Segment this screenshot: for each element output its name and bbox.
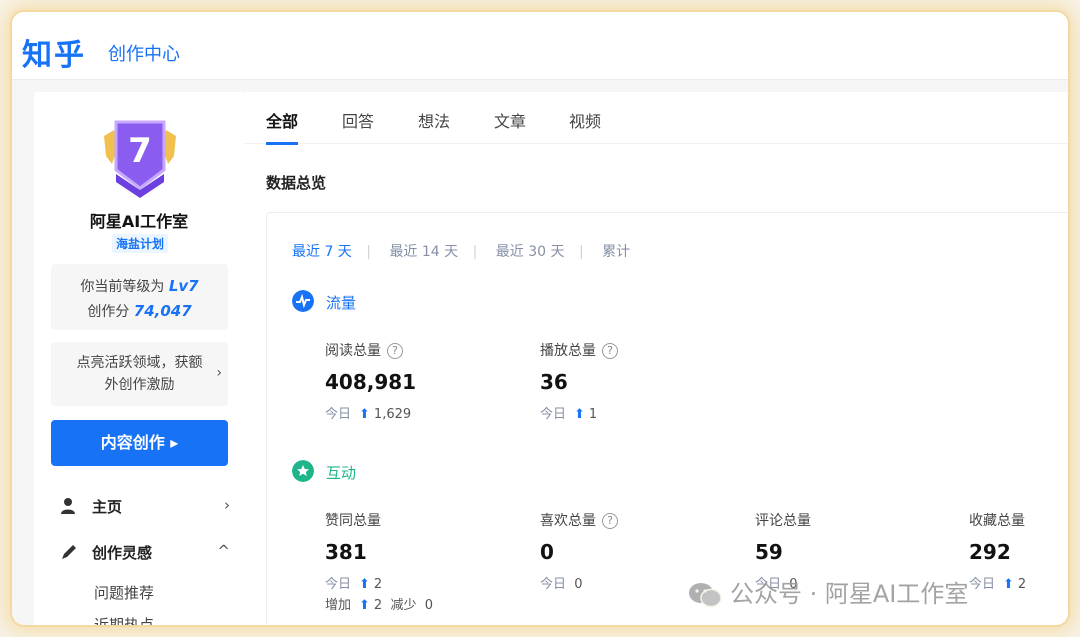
sidebar: 7 阿星AI工作室 海盐计划 你当前等级为 Lv7 创作分 74,047 点亮活… <box>34 92 244 625</box>
tab-thoughts[interactable]: 想法 <box>418 108 450 132</box>
chat-star-icon <box>292 460 314 482</box>
pulse-icon <box>292 290 314 312</box>
watermark-text: 公众号 · 阿星AI工作室 <box>730 580 969 608</box>
tab-all[interactable]: 全部 <box>266 108 299 145</box>
metric-label: 赞同总量 <box>325 513 381 529</box>
wechat-icon <box>689 583 722 608</box>
arrow-up-icon: ⬆ <box>574 407 585 422</box>
today-value: 2 <box>373 577 383 592</box>
metric-favorites: 收藏总量 292 今日 ⬆ 2 <box>969 510 1068 592</box>
score-value: 74,047 <box>133 302 192 320</box>
subnav-question-recommend[interactable]: 问题推荐 <box>94 582 154 603</box>
pen-icon <box>62 545 76 559</box>
metric-label: 播放总量 <box>540 343 596 359</box>
sidebar-item-home[interactable]: 主页 › <box>60 494 230 518</box>
data-overview-title: 数据总览 <box>266 174 327 192</box>
metric-upvotes: 赞同总量 381 今日 ⬆ 2 增加 ⬆ 2 减少 0 <box>325 510 525 613</box>
metric-label: 评论总量 <box>755 513 811 529</box>
metric-reads: 阅读总量? 408,981 今日 ⬆ 1,629 <box>325 340 525 422</box>
tab-articles[interactable]: 文章 <box>494 108 526 132</box>
metric-value: 408,981 <box>325 370 417 394</box>
badge-level: 7 <box>128 131 152 171</box>
content-tabs: 全部 回答 想法 文章 视频 <box>244 92 1068 145</box>
help-icon[interactable]: ? <box>387 343 403 359</box>
range-separator: | <box>472 244 478 260</box>
level-value: Lv7 <box>168 277 199 295</box>
activity-field-tip[interactable]: 点亮活跃领域，获额 外创作激励 › <box>51 342 228 406</box>
time-range-selector: 最近 7 天 | 最近 14 天 | 最近 30 天 | 累计 <box>292 241 640 261</box>
metric-value: 381 <box>325 540 367 564</box>
app-window: 知乎 创作中心 7 阿星AI工作室 海盐计划 你当前等级为 Lv7 创作分 74… <box>12 12 1068 625</box>
range-cumulative[interactable]: 累计 <box>602 244 630 260</box>
data-overview-card: 最近 7 天 | 最近 14 天 | 最近 30 天 | 累计 流量 阅读总量?… <box>266 212 1068 625</box>
metric-value: 59 <box>755 540 783 564</box>
chevron-up-icon: ^ <box>217 542 230 560</box>
level-text: 你当前等级为 <box>80 279 165 295</box>
range-separator: | <box>578 244 584 260</box>
reduce-value: 0 <box>424 598 434 613</box>
main-panel: 全部 回答 想法 文章 视频 数据总览 最近 7 天 | 最近 14 天 | 最… <box>244 92 1068 625</box>
today-label: 今日 <box>540 407 567 422</box>
username[interactable]: 阿星AI工作室 <box>34 208 244 232</box>
sidebar-item-inspiration[interactable]: 创作灵感 ^ <box>60 540 230 564</box>
today-value: 0 <box>574 577 583 592</box>
today-value: 1 <box>588 407 598 422</box>
arrow-up-icon: ⬆ <box>1003 577 1014 592</box>
today-value: 1,629 <box>373 407 412 422</box>
today-label: 今日 <box>325 577 352 592</box>
interaction-label: 互动 <box>326 464 357 482</box>
top-bar: 知乎 创作中心 <box>12 12 1068 80</box>
add-label: 增加 <box>325 598 352 613</box>
user-icon <box>61 498 75 514</box>
metric-label: 喜欢总量 <box>540 513 596 529</box>
metric-value: 0 <box>540 540 554 564</box>
range-30-days[interactable]: 最近 30 天 <box>496 244 565 260</box>
add-value: 2 <box>373 598 383 613</box>
tip-line-2: 外创作激励 <box>104 377 175 393</box>
tab-videos[interactable]: 视频 <box>569 108 601 132</box>
metric-label: 阅读总量 <box>325 343 381 359</box>
metric-value: 36 <box>540 370 568 394</box>
metric-plays: 播放总量? 36 今日 ⬆ 1 <box>540 340 740 422</box>
today-label: 今日 <box>325 407 352 422</box>
plan-tag[interactable]: 海盐计划 <box>112 234 169 253</box>
zhihu-logo[interactable]: 知乎 <box>22 30 86 74</box>
help-icon[interactable]: ? <box>602 343 618 359</box>
traffic-label: 流量 <box>326 294 357 312</box>
score-text: 创作分 <box>87 304 130 320</box>
level-badge-icon: 7 <box>104 120 176 198</box>
creator-center-title[interactable]: 创作中心 <box>108 40 180 66</box>
arrow-up-icon: ⬆ <box>359 577 370 592</box>
sidebar-item-label: 创作灵感 <box>92 544 153 562</box>
metric-label: 收藏总量 <box>969 513 1025 529</box>
arrow-up-icon: ⬆ <box>359 598 370 613</box>
reduce-label: 减少 <box>390 598 417 613</box>
today-value: 2 <box>1017 577 1027 592</box>
create-content-button[interactable]: 内容创作 ▸ <box>51 420 228 466</box>
range-14-days[interactable]: 最近 14 天 <box>389 244 458 260</box>
metric-value: 292 <box>969 540 1011 564</box>
watermark: 公众号 · 阿星AI工作室 <box>688 574 968 609</box>
help-icon[interactable]: ? <box>602 513 618 529</box>
range-separator: | <box>366 244 371 260</box>
tab-answers[interactable]: 回答 <box>342 108 374 132</box>
arrow-up-icon: ⬆ <box>359 407 370 422</box>
tip-line-1: 点亮活跃领域，获额 <box>76 355 203 371</box>
today-label: 今日 <box>969 577 996 592</box>
range-7-days[interactable]: 最近 7 天 <box>292 244 352 260</box>
level-card: 你当前等级为 Lv7 创作分 74,047 <box>51 264 228 330</box>
subnav-recent-hot[interactable]: 近期热点 <box>94 614 154 625</box>
sidebar-item-label: 主页 <box>92 498 123 516</box>
chevron-right-icon: › <box>224 496 230 514</box>
chevron-right-icon: › <box>216 365 222 381</box>
today-label: 今日 <box>540 577 567 592</box>
